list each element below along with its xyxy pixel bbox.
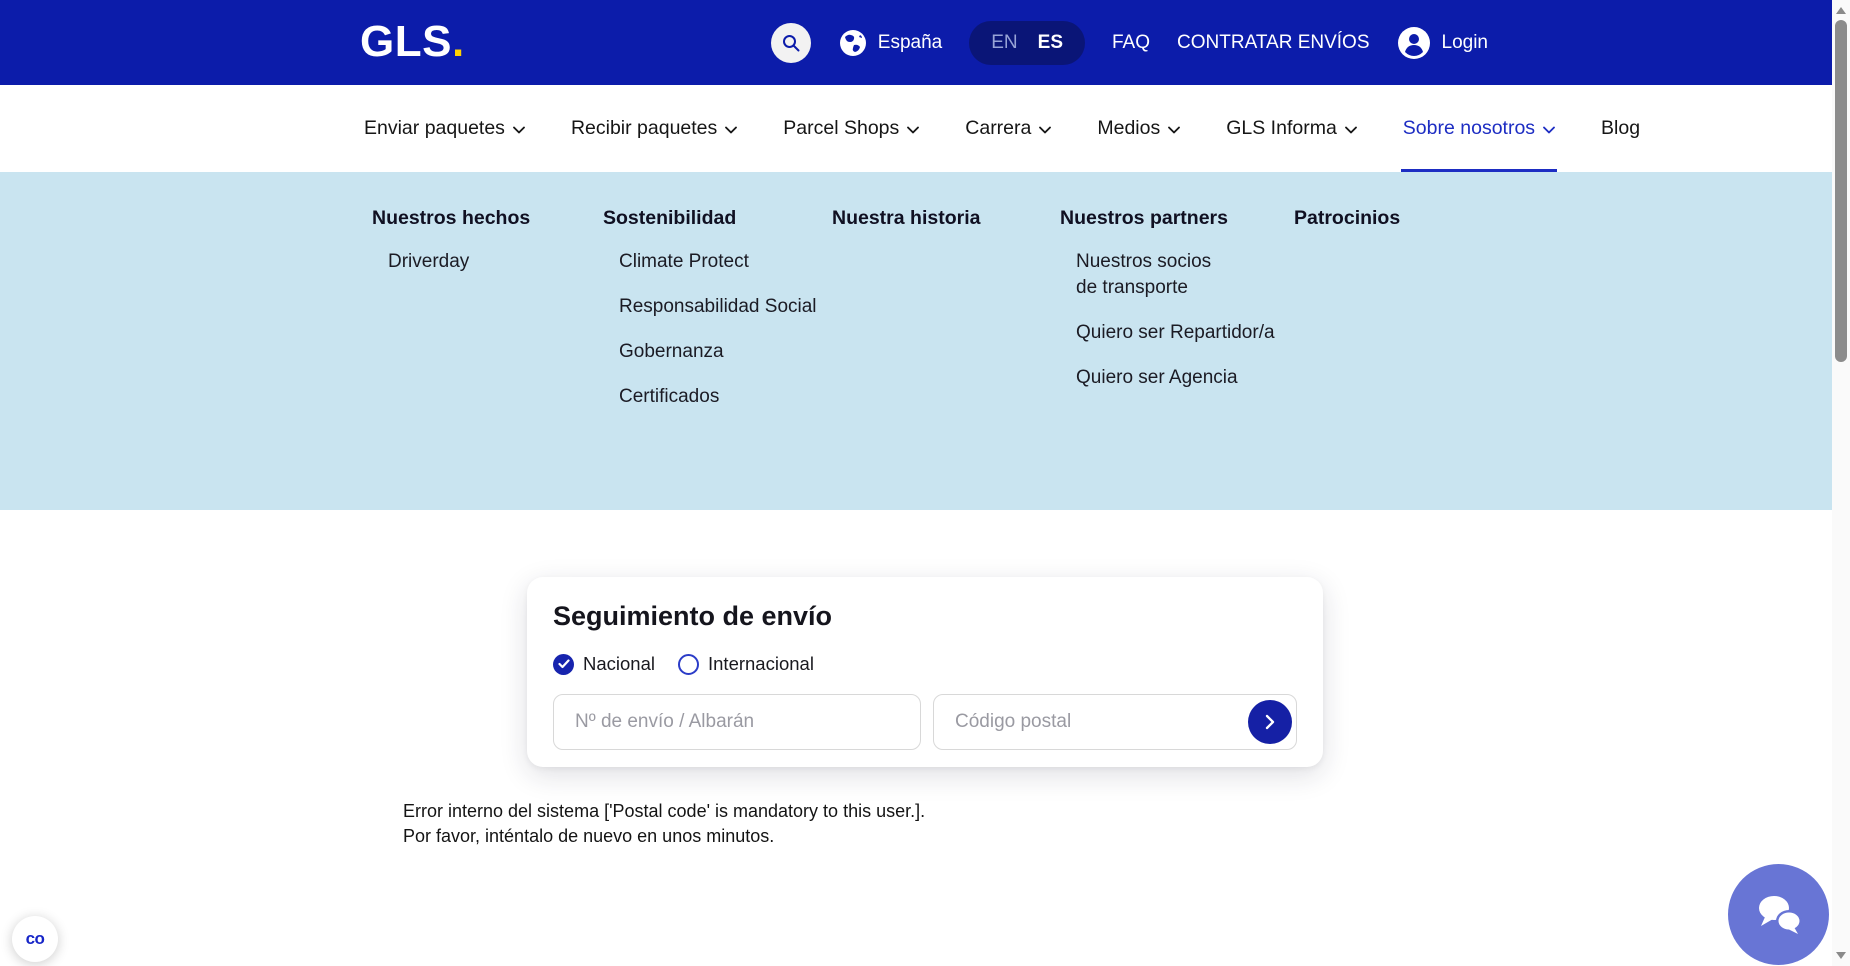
megamenu-column-nuestros-hechos: Nuestros hechos Driverday — [372, 206, 530, 275]
chevron-down-icon — [725, 126, 738, 134]
contratar-envios-link[interactable]: CONTRATAR ENVÍOS — [1177, 32, 1369, 54]
megamenu-item-socios-transporte[interactable]: Nuestros socios de transporte — [1076, 249, 1234, 301]
megamenu-column-nuestros-partners: Nuestros partners Nuestros socios de tra… — [1060, 206, 1275, 391]
chevron-down-icon — [1168, 126, 1181, 134]
login-label: Login — [1441, 31, 1489, 53]
globe-icon — [838, 28, 868, 58]
country-label: España — [877, 31, 943, 53]
error-line-1: Error interno del sistema ['Postal code'… — [403, 801, 926, 821]
error-line-2: Por favor, inténtalo de nuevo en unos mi… — [403, 826, 775, 846]
lang-option-es[interactable]: ES — [1038, 32, 1063, 54]
megamenu-column-title[interactable]: Nuestros hechos — [372, 206, 530, 230]
nav-item-sobre-nosotros[interactable]: Sobre nosotros — [1400, 85, 1558, 172]
nav-label: Parcel Shops — [783, 117, 900, 139]
logo-dot: . — [451, 17, 465, 66]
chevron-down-icon — [907, 126, 920, 134]
accessibility-widget-button[interactable]: co — [12, 916, 58, 962]
radio-unchecked-icon — [678, 653, 699, 675]
accessibility-icon: co — [25, 929, 45, 948]
radio-label: Nacional — [583, 653, 655, 674]
track-submit-button[interactable] — [1248, 700, 1292, 744]
radio-internacional[interactable]: Internacional — [678, 653, 814, 675]
user-avatar-icon — [1397, 26, 1431, 60]
scrollbar-up-arrow-icon[interactable] — [1836, 7, 1846, 14]
nav-label: Blog — [1601, 117, 1641, 139]
country-selector[interactable]: España — [838, 28, 942, 58]
chat-widget-button[interactable] — [1728, 864, 1829, 965]
nav-label: Sobre nosotros — [1402, 117, 1536, 139]
tracking-title: Seguimiento de envío — [553, 601, 833, 631]
megamenu-item-quiero-ser-agencia[interactable]: Quiero ser Agencia — [1076, 365, 1275, 391]
shipment-number-input[interactable] — [553, 694, 921, 750]
search-button[interactable] — [770, 22, 811, 63]
arrow-right-icon — [1262, 713, 1278, 731]
nav-item-parcel-shops[interactable]: Parcel Shops — [783, 85, 920, 172]
scrollbar-thumb[interactable] — [1835, 20, 1847, 362]
megamenu-item-certificados[interactable]: Certificados — [619, 384, 817, 410]
megamenu-item-quiero-ser-repartidor[interactable]: Quiero ser Repartidor/a — [1076, 320, 1275, 346]
megamenu-column-title[interactable]: Nuestra historia — [832, 206, 980, 230]
megamenu-item-gobernanza[interactable]: Gobernanza — [619, 339, 817, 365]
nav-items: Enviar paquetes Recibir paquetes Parcel … — [364, 85, 1640, 172]
main-nav: Enviar paquetes Recibir paquetes Parcel … — [0, 85, 1832, 172]
header-actions: España EN ES FAQ CONTRATAR ENVÍOS Login — [770, 0, 1489, 85]
nav-label: Recibir paquetes — [570, 117, 718, 139]
megamenu-item-driverday[interactable]: Driverday — [388, 249, 530, 275]
megamenu-item-climate-protect[interactable]: Climate Protect — [619, 249, 817, 275]
nav-item-recibir-paquetes[interactable]: Recibir paquetes — [570, 85, 738, 172]
error-message: Error interno del sistema ['Postal code'… — [403, 799, 925, 849]
sobre-nosotros-megamenu: Nuestros hechos Driverday Sostenibilidad… — [0, 172, 1832, 510]
nav-item-blog[interactable]: Blog — [1601, 85, 1640, 172]
vertical-scrollbar[interactable] — [1832, 0, 1850, 966]
chevron-down-icon — [1543, 126, 1555, 134]
language-switcher: EN ES — [969, 20, 1085, 65]
nav-item-gls-informa[interactable]: GLS Informa — [1226, 85, 1357, 172]
nav-item-carrera[interactable]: Carrera — [965, 85, 1052, 172]
login-button[interactable]: Login — [1397, 26, 1489, 60]
nav-label: GLS Informa — [1226, 117, 1337, 139]
scrollbar-down-arrow-icon[interactable] — [1836, 952, 1846, 959]
page: GLS. España EN ES FAQ CONTRATAR ENVÍOS L… — [0, 0, 1832, 966]
search-icon — [781, 33, 801, 53]
radio-label: Internacional — [708, 653, 814, 674]
nav-item-enviar-paquetes[interactable]: Enviar paquetes — [364, 85, 525, 172]
chevron-down-icon — [513, 126, 525, 134]
megamenu-column-title[interactable]: Nuestros partners — [1060, 206, 1275, 230]
nav-item-medios[interactable]: Medios — [1097, 85, 1181, 172]
faq-link[interactable]: FAQ — [1112, 32, 1150, 54]
top-header: GLS. España EN ES FAQ CONTRATAR ENVÍOS L… — [0, 0, 1832, 85]
postal-code-input[interactable] — [933, 694, 1297, 750]
chat-bubbles-icon — [1754, 893, 1804, 937]
megamenu-item-responsabilidad-social[interactable]: Responsabilidad Social — [619, 294, 817, 320]
megamenu-column-title[interactable]: Patrocinios — [1294, 206, 1400, 230]
megamenu-column-sostenibilidad: Sostenibilidad Climate Protect Responsab… — [603, 206, 817, 410]
megamenu-column-patrocinios: Patrocinios — [1294, 206, 1400, 230]
nav-label: Medios — [1097, 117, 1161, 139]
gls-logo[interactable]: GLS. — [360, 18, 465, 66]
megamenu-column-title[interactable]: Sostenibilidad — [603, 206, 817, 230]
logo-text: GLS — [360, 17, 452, 66]
radio-nacional[interactable]: Nacional — [553, 653, 655, 675]
radio-checked-icon — [553, 653, 574, 675]
nav-label: Carrera — [965, 117, 1032, 139]
chevron-down-icon — [1344, 126, 1357, 134]
tracking-scope-options: Nacional Internacional — [553, 653, 1297, 675]
megamenu-column-nuestra-historia: Nuestra historia — [832, 206, 980, 230]
lang-option-en[interactable]: EN — [991, 32, 1017, 54]
tracking-card: Seguimiento de envío Nacional Internacio… — [527, 577, 1323, 767]
tracking-inputs — [553, 694, 1297, 750]
chevron-down-icon — [1039, 126, 1052, 134]
nav-label: Enviar paquetes — [364, 117, 505, 139]
postal-code-wrap — [933, 694, 1297, 750]
